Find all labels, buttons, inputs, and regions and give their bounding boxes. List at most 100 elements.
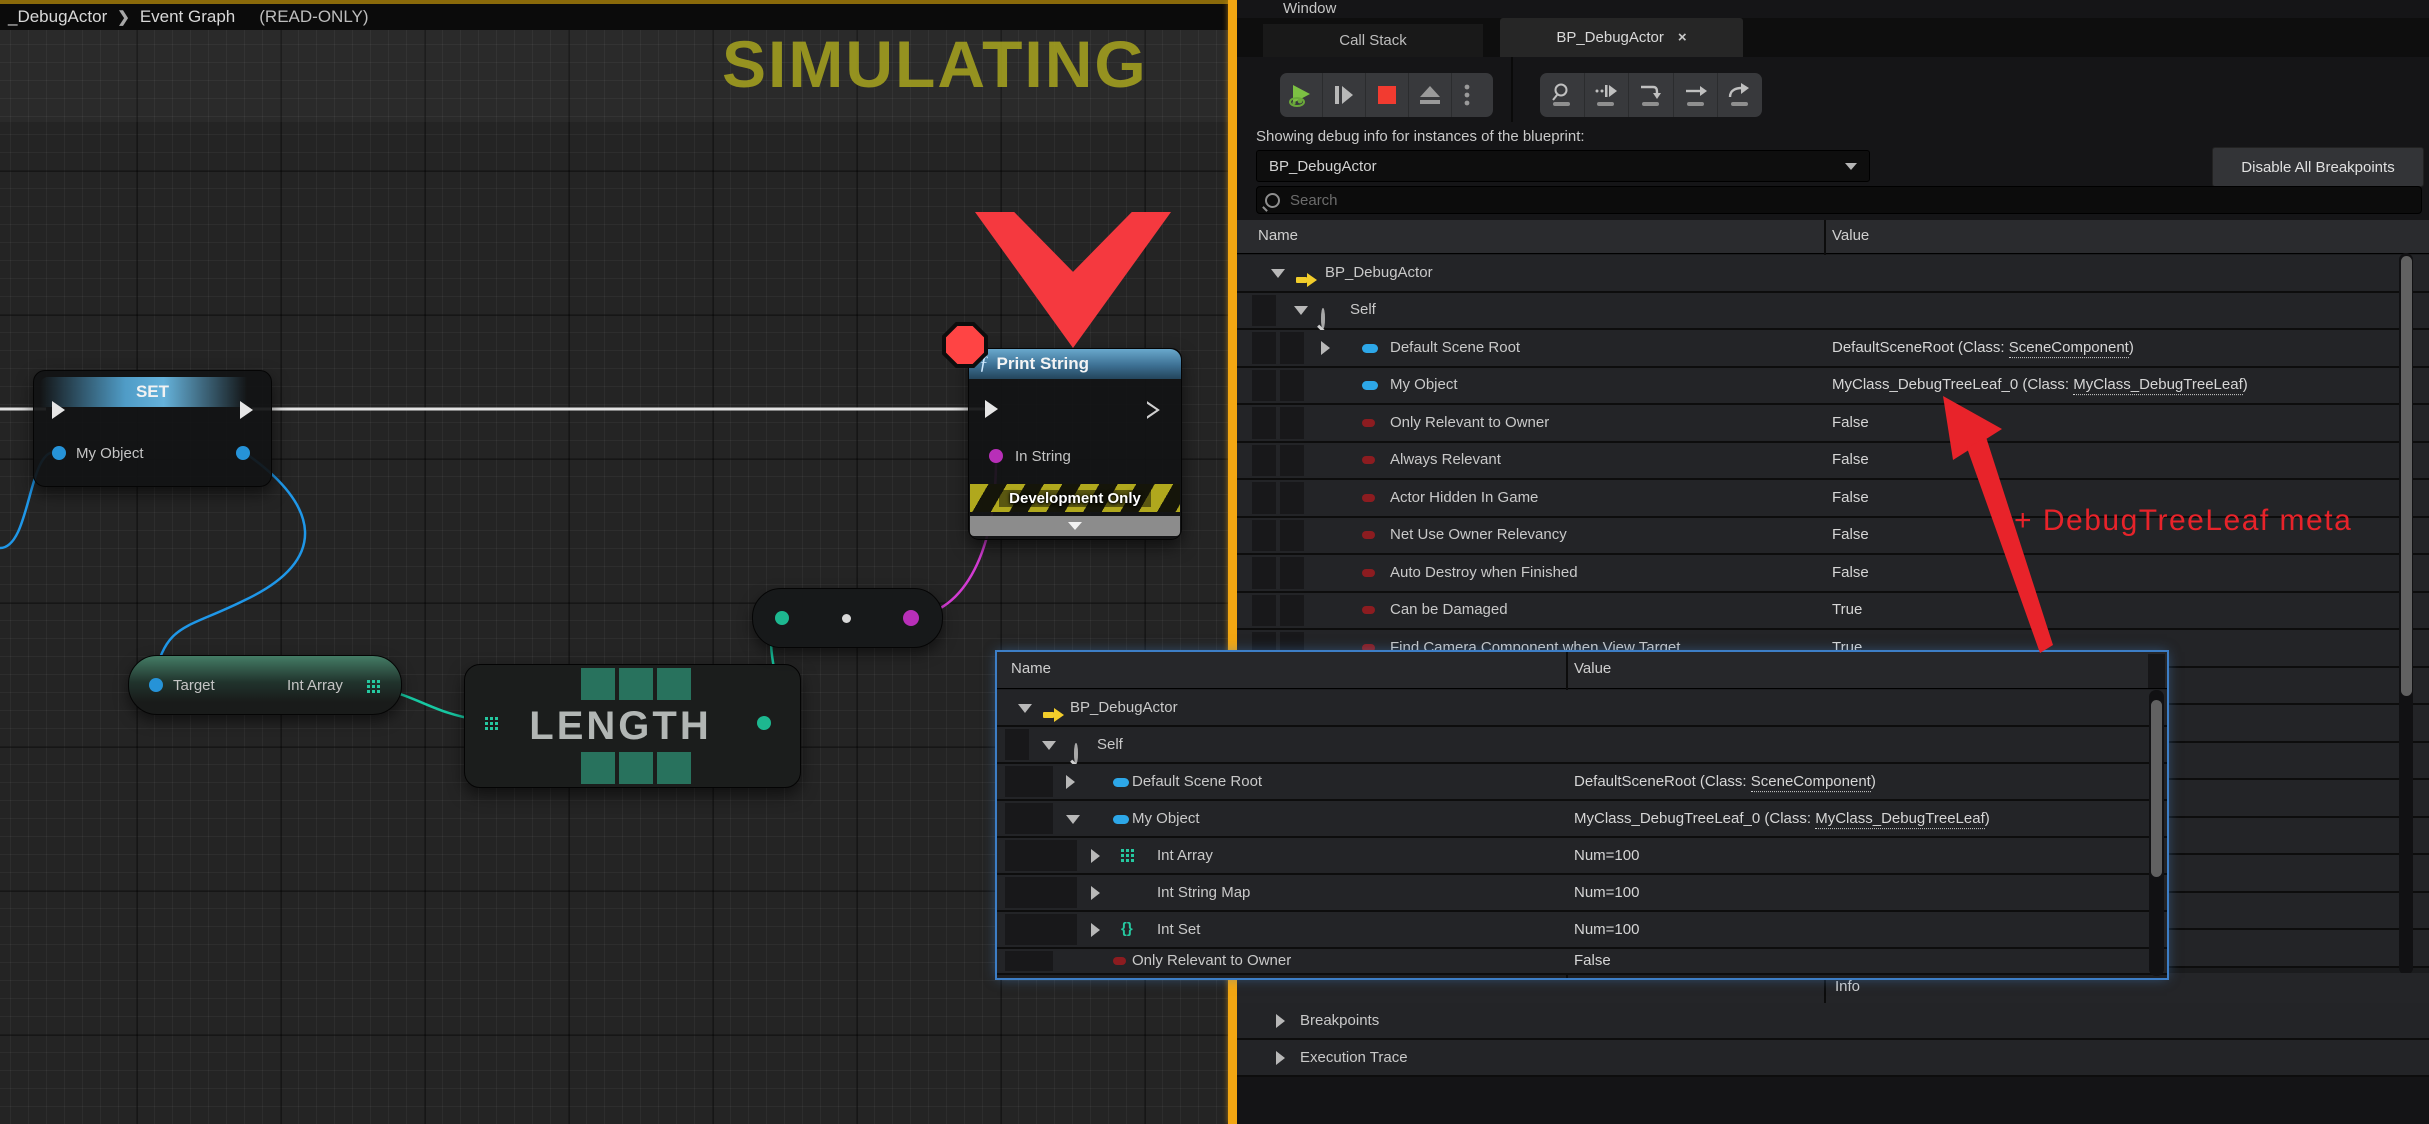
int-in-pin[interactable] xyxy=(775,611,789,625)
string-out-pin[interactable] xyxy=(903,610,919,626)
step-button[interactable] xyxy=(1674,73,1719,117)
row-value: False xyxy=(1832,414,1869,431)
collapse-icon[interactable] xyxy=(1018,704,1032,713)
table-row[interactable]: Default Scene RootDefaultSceneRoot (Clas… xyxy=(1237,330,2429,368)
class-link[interactable]: SceneComponent xyxy=(2009,339,2129,358)
breadcrumb-page[interactable]: Event Graph xyxy=(140,7,235,27)
class-link[interactable]: MyClass_DebugTreeLeaf xyxy=(1815,810,1985,829)
expand-icon[interactable] xyxy=(1321,341,1330,355)
object-in-pin[interactable] xyxy=(52,446,66,460)
node-expand-button[interactable] xyxy=(970,516,1180,536)
step-over-button[interactable] xyxy=(1629,73,1674,117)
indent-guide xyxy=(1053,877,1077,908)
table-row[interactable]: My ObjectMyClass_DebugTreeLeaf_0 (Class:… xyxy=(1237,368,2429,406)
breadcrumb-root[interactable]: _DebugActor xyxy=(8,7,107,27)
popup-scrollbar-track[interactable] xyxy=(2149,690,2164,976)
table-row[interactable]: {}Int SetNum=100 xyxy=(997,912,2167,949)
row-name: My Object xyxy=(1390,376,1458,393)
object-out-pin[interactable] xyxy=(236,446,250,460)
indent-guide xyxy=(1005,766,1029,797)
set-node[interactable]: SET My Object xyxy=(33,370,272,487)
blueprint-instance-dropdown[interactable]: BP_DebugActor xyxy=(1256,150,1870,182)
row-value: False xyxy=(1832,564,1869,581)
frame-skip-button[interactable] xyxy=(1323,73,1366,117)
class-link[interactable]: SceneComponent xyxy=(1751,773,1871,792)
get-int-array-node[interactable]: Target Int Array xyxy=(128,655,402,715)
exec-in-pin[interactable] xyxy=(985,400,998,418)
expand-icon[interactable] xyxy=(1276,1051,1285,1065)
to-string-conversion-node[interactable] xyxy=(752,588,943,648)
row-value: Num=100 xyxy=(1574,847,1639,864)
debug-tooltip-popup: Name Value BP_DebugActorSelfDefault Scen… xyxy=(997,652,2167,978)
indent-guide xyxy=(1280,595,1304,627)
search-input[interactable] xyxy=(1288,191,2413,210)
target-pin[interactable] xyxy=(149,678,163,692)
search-box[interactable] xyxy=(1256,186,2422,214)
int-array-label: Int Array xyxy=(287,677,343,694)
bool-pin-icon xyxy=(1113,957,1126,965)
in-string-label: In String xyxy=(1015,448,1071,465)
table-row[interactable]: Only Relevant to OwnerFalse xyxy=(1237,405,2429,443)
exec-in-pin[interactable] xyxy=(52,401,65,419)
in-string-pin[interactable] xyxy=(989,449,1003,463)
object-pin-icon xyxy=(1113,815,1129,824)
simulate-button[interactable] xyxy=(1280,73,1323,117)
step-out-button[interactable] xyxy=(1718,73,1762,117)
table-row[interactable]: My ObjectMyClass_DebugTreeLeaf_0 (Class:… xyxy=(997,801,2167,838)
expand-icon[interactable] xyxy=(1276,1014,1285,1028)
indent-guide xyxy=(1252,295,1276,327)
find-node-button[interactable] xyxy=(1540,73,1585,117)
table-row[interactable]: Always RelevantFalse xyxy=(1237,443,2429,481)
table-row[interactable]: Default Scene RootDefaultSceneRoot (Clas… xyxy=(997,764,2167,801)
breakpoint-icon[interactable] xyxy=(942,322,988,368)
self-pin-icon xyxy=(1074,743,1078,764)
eject-button[interactable] xyxy=(1409,73,1452,117)
table-row[interactable]: BP_DebugActor xyxy=(997,690,2167,727)
table-row[interactable]: Breakpoints xyxy=(1237,1003,2429,1040)
value-column-header[interactable]: Value xyxy=(1832,227,1869,244)
exec-out-pin[interactable] xyxy=(240,401,253,419)
disable-all-breakpoints-button[interactable]: Disable All Breakpoints xyxy=(2212,147,2424,187)
collapse-icon[interactable] xyxy=(1042,741,1056,750)
expand-icon[interactable] xyxy=(1091,923,1100,937)
tab-call-stack[interactable]: Call Stack xyxy=(1263,24,1483,57)
breadcrumb: _DebugActor ❯ Event Graph (READ-ONLY) xyxy=(0,4,1237,30)
step-into-button[interactable] xyxy=(1585,73,1630,117)
table-row[interactable]: Only Relevant to OwnerFalse xyxy=(997,949,2167,975)
window-menu[interactable]: Window xyxy=(1283,0,1336,17)
frame-skip-icon xyxy=(1333,84,1355,106)
table-row[interactable]: Self xyxy=(1237,293,2429,331)
row-name: Self xyxy=(1097,736,1123,753)
name-column-header[interactable]: Name xyxy=(1258,227,1298,244)
scrollbar-thumb[interactable] xyxy=(2401,256,2412,696)
table-row[interactable]: Int String MapNum=100 xyxy=(997,875,2167,912)
more-options-button[interactable] xyxy=(1452,73,1482,117)
table-row[interactable]: Int Array Num=100 xyxy=(997,838,2167,875)
row-name: Int Array xyxy=(1157,847,1213,864)
int-out-pin[interactable] xyxy=(757,716,771,730)
expand-icon[interactable] xyxy=(1066,775,1075,789)
class-link[interactable]: MyClass_DebugTreeLeaf xyxy=(2073,376,2243,395)
expand-icon[interactable] xyxy=(1091,849,1100,863)
collapse-icon[interactable] xyxy=(1271,269,1285,278)
popup-scrollbar-thumb[interactable] xyxy=(2151,700,2162,877)
table-row[interactable]: Can be DamagedTrue xyxy=(1237,593,2429,631)
length-node[interactable]: LENGTH xyxy=(464,664,801,788)
array-in-pin[interactable] xyxy=(485,717,488,720)
row-value: MyClass_DebugTreeLeaf_0 (Class: MyClass_… xyxy=(1574,810,1990,827)
collapse-icon[interactable] xyxy=(1066,815,1080,824)
breakpoint-fill xyxy=(946,326,984,364)
scrollbar-track[interactable] xyxy=(2399,253,2413,975)
print-string-node[interactable]: ƒ Print String In String Development Onl… xyxy=(968,348,1182,540)
table-row[interactable]: BP_DebugActor xyxy=(1237,255,2429,293)
array-pin-icon[interactable] xyxy=(367,680,370,683)
stop-button[interactable] xyxy=(1366,73,1409,117)
collapse-icon[interactable] xyxy=(1294,306,1308,315)
exec-out-pin[interactable] xyxy=(1147,401,1160,419)
expand-icon[interactable] xyxy=(1091,886,1100,900)
table-row[interactable]: Auto Destroy when FinishedFalse xyxy=(1237,555,2429,593)
table-row[interactable]: Execution Trace xyxy=(1237,1040,2429,1077)
tab-bp-debugactor[interactable]: BP_DebugActor × xyxy=(1500,18,1743,57)
table-row[interactable]: Self xyxy=(997,727,2167,764)
close-icon[interactable]: × xyxy=(1678,29,1687,46)
